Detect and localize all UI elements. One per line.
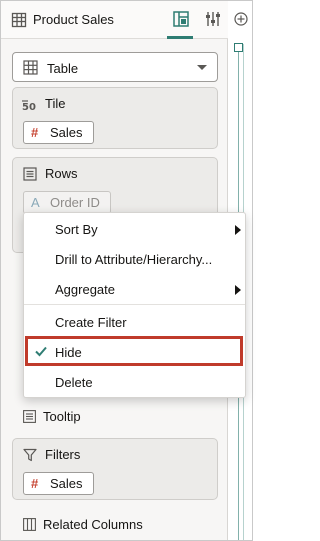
menu-item-create-filter[interactable]: Create Filter xyxy=(24,308,245,336)
chevron-down-icon xyxy=(197,65,207,70)
tile-number-icon: 50 xyxy=(22,100,36,112)
menu-item-delete[interactable]: Delete xyxy=(24,368,245,396)
filter-icon xyxy=(23,448,37,462)
page-title: Product Sales xyxy=(33,12,114,27)
menu-divider xyxy=(24,304,245,305)
attribute-icon: A xyxy=(31,195,40,210)
measure-hash-icon: # xyxy=(31,476,39,491)
table-icon xyxy=(11,12,27,28)
menu-item-label: Delete xyxy=(55,375,93,390)
grammar-tab-icon[interactable] xyxy=(172,10,190,28)
tooltip-label: Tooltip xyxy=(43,409,81,424)
svg-text:50: 50 xyxy=(22,102,36,112)
add-icon[interactable] xyxy=(234,12,248,26)
viz-type-value: Table xyxy=(47,61,79,76)
chip-label: Order ID xyxy=(50,195,100,210)
menu-item-label: Create Filter xyxy=(55,315,127,330)
menu-item-label: Sort By xyxy=(55,222,98,237)
active-tab-indicator xyxy=(167,36,193,39)
menu-item-label: Drill to Attribute/Hierarchy... xyxy=(55,252,213,267)
properties-tab-icon[interactable] xyxy=(204,10,222,28)
measure-hash-icon: # xyxy=(31,125,39,140)
tooltip-icon xyxy=(23,410,36,423)
rows-section-title: Rows xyxy=(45,166,78,181)
context-menu: Sort By Drill to Attribute/Hierarchy... … xyxy=(23,212,246,398)
filters-section-title: Filters xyxy=(45,447,81,462)
table-icon xyxy=(23,60,38,75)
menu-item-sort-by[interactable]: Sort By xyxy=(24,215,245,243)
tile-sales-chip[interactable]: # Sales xyxy=(23,121,94,144)
highlight-box xyxy=(25,336,243,366)
canvas-handle[interactable] xyxy=(234,43,243,52)
rows-list-icon xyxy=(23,167,37,181)
filters-section[interactable]: Filters # Sales xyxy=(12,438,218,500)
panel-header: Product Sales xyxy=(1,1,228,39)
columns-icon xyxy=(23,518,36,531)
related-columns-label: Related Columns xyxy=(43,517,143,532)
chip-label: Sales xyxy=(50,476,83,491)
chevron-right-icon xyxy=(235,285,241,295)
chevron-right-icon xyxy=(235,225,241,235)
viz-type-select[interactable]: Table xyxy=(12,52,218,82)
menu-item-drill[interactable]: Drill to Attribute/Hierarchy... xyxy=(24,245,245,273)
filters-sales-chip[interactable]: # Sales xyxy=(23,472,94,495)
menu-item-label: Aggregate xyxy=(55,282,115,297)
rows-order-id-chip[interactable]: A Order ID xyxy=(23,191,111,214)
chip-label: Sales xyxy=(50,125,83,140)
tile-section-title: Tile xyxy=(45,96,66,111)
menu-item-aggregate[interactable]: Aggregate xyxy=(24,275,245,303)
tile-section[interactable]: 50 Tile # Sales xyxy=(12,87,218,149)
